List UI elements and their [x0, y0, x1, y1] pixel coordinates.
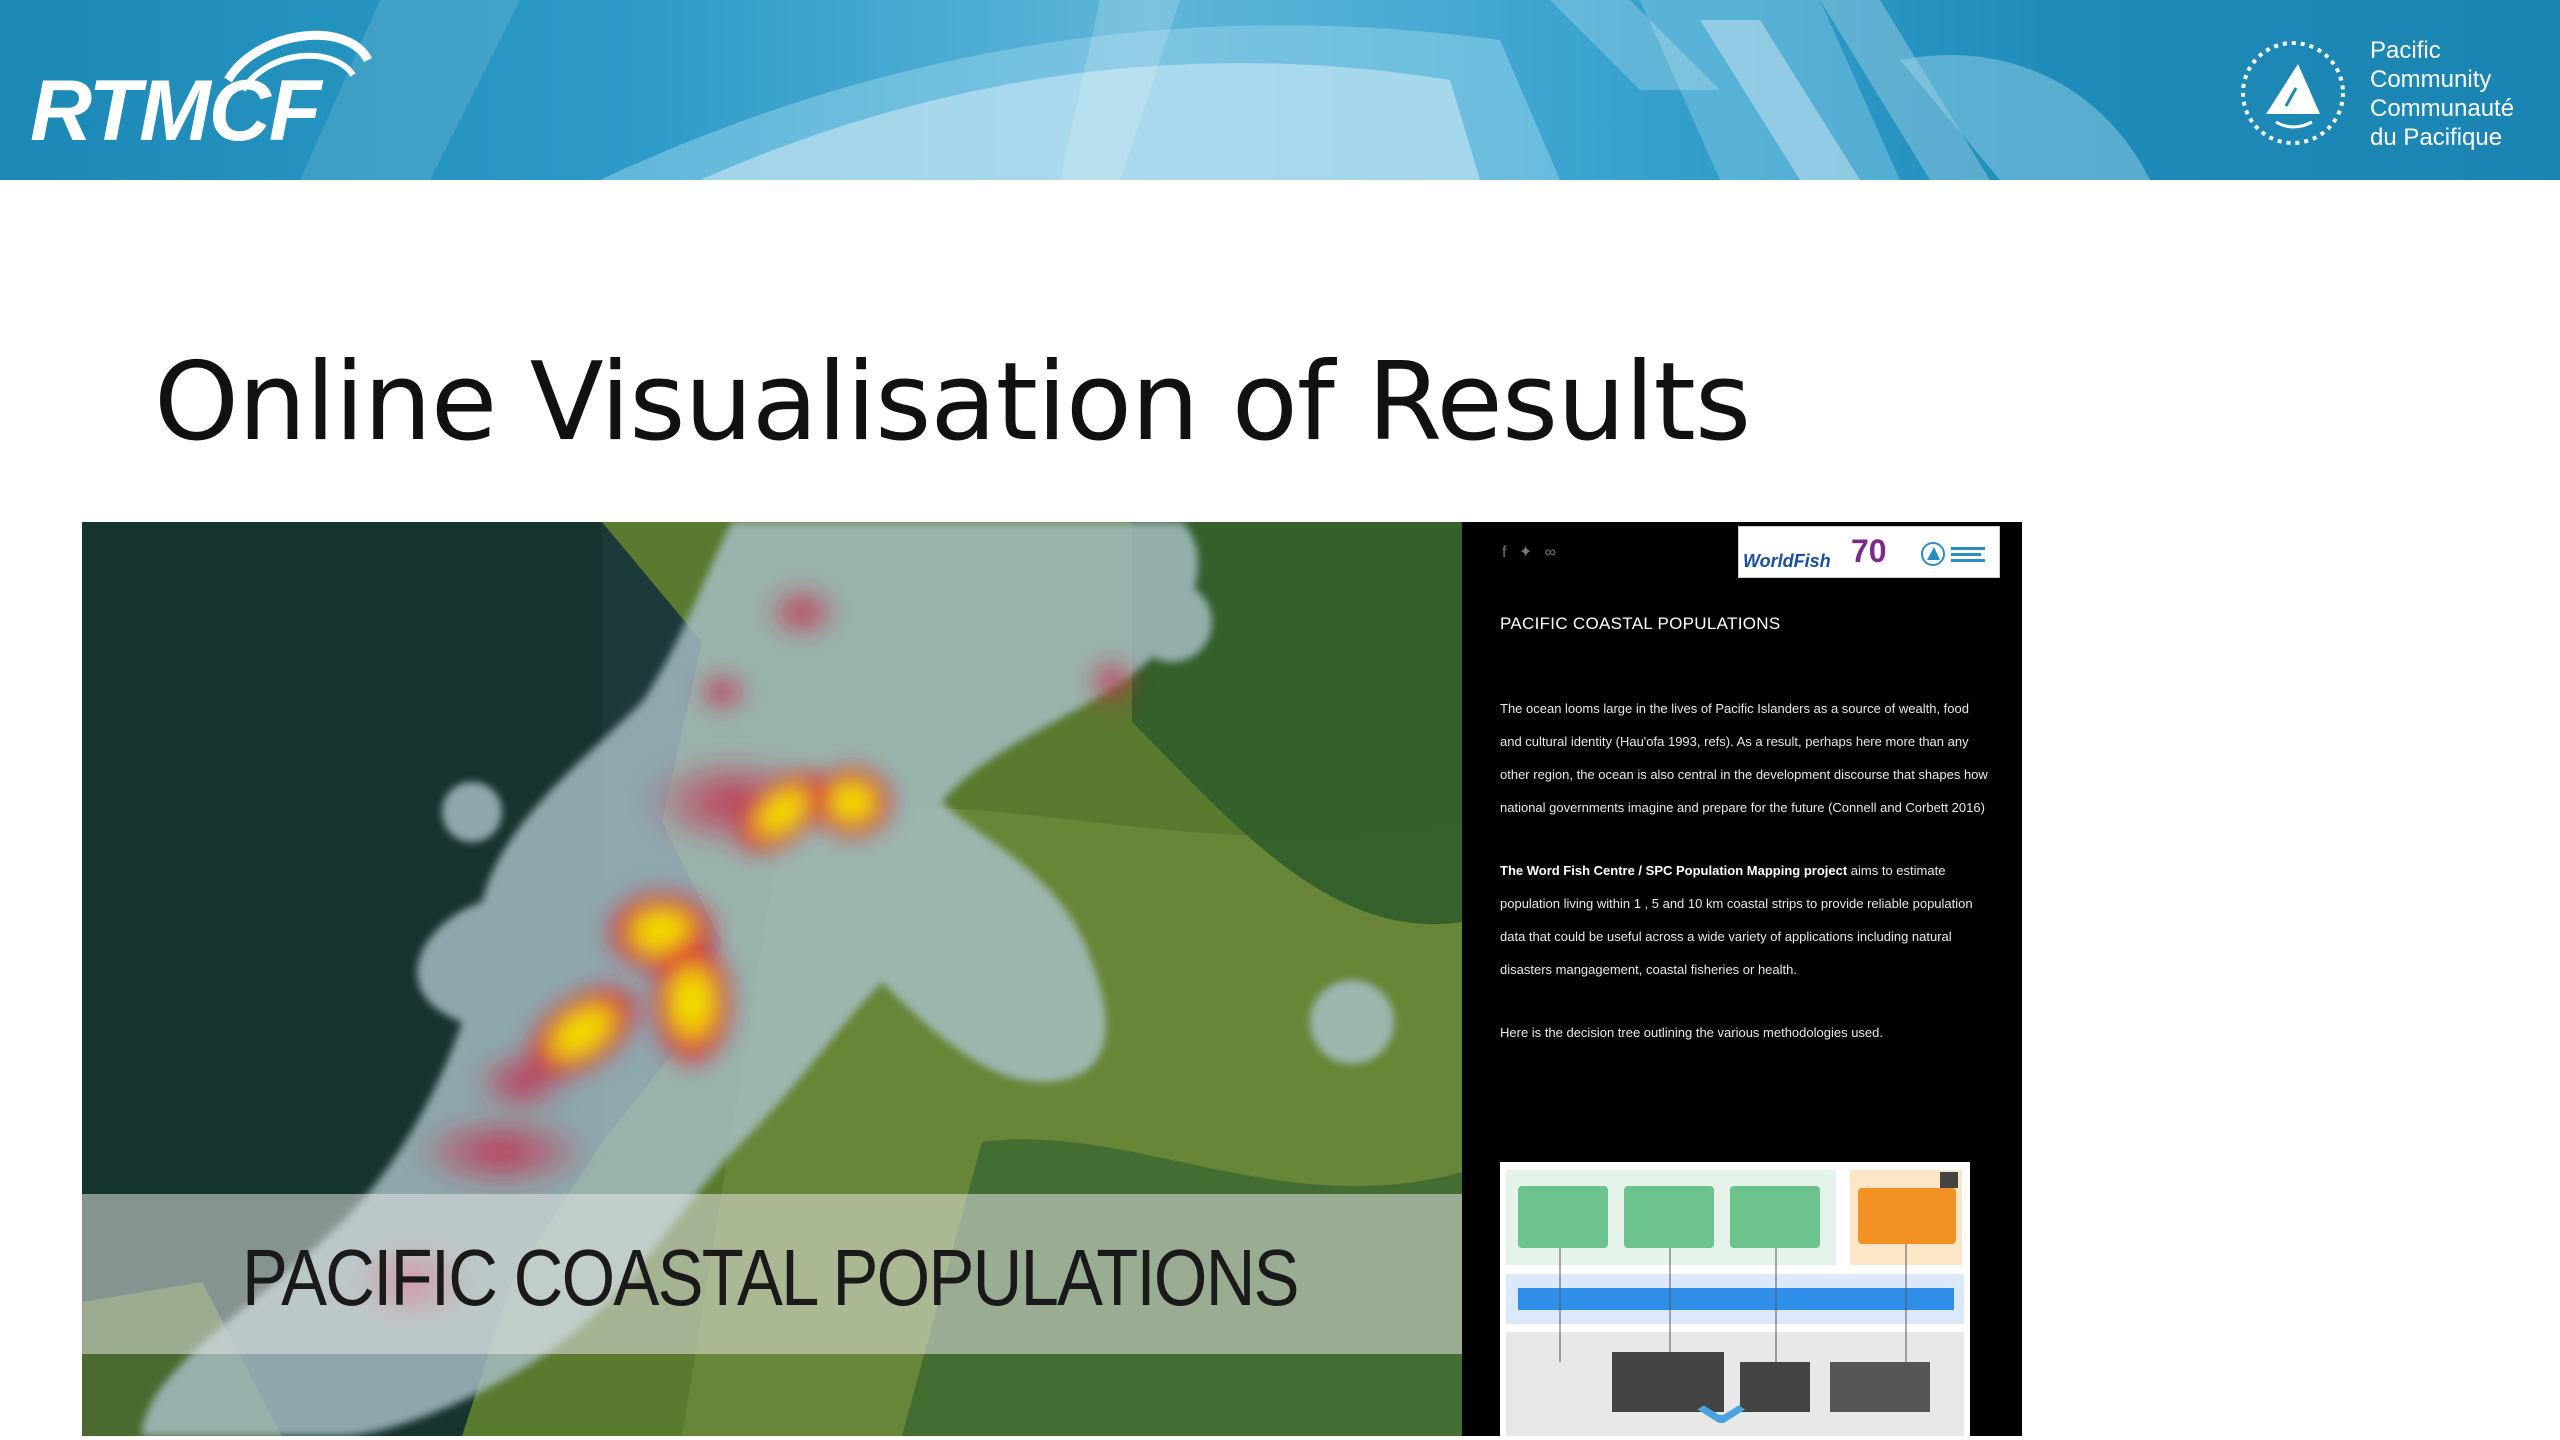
paragraph-1: The ocean looms large in the lives of Pa…	[1500, 701, 1988, 815]
slide-title: Online Visualisation of Results	[154, 340, 1751, 465]
chevron-down-icon[interactable]: ⌄	[1674, 1358, 1768, 1436]
wordmark-line-1: Pacific	[2370, 37, 2441, 64]
worldfish-logo: WorldFish	[1743, 551, 1831, 571]
paragraph-2: The Word Fish Centre / SPC Population Ma…	[1500, 854, 1990, 986]
story-side-panel: f ✦ ∞ WorldFish 70 PACIFIC COASTAL POPUL…	[1462, 522, 2022, 1436]
wordmark-line-3: Communauté	[2370, 95, 2515, 122]
link-icon[interactable]: ∞	[1545, 544, 1556, 561]
panel-title: PACIFIC COASTAL POPULATIONS	[1500, 614, 1781, 633]
embedded-web-screenshot: PACIFIC COASTAL POPULATIONS f ✦ ∞ WorldF…	[82, 522, 2022, 1436]
decision-tree-thumbnail[interactable]: ⌄	[1500, 1162, 1970, 1436]
rtmcf-logo: RTMCF	[30, 63, 321, 159]
share-icons: f ✦ ∞	[1502, 542, 1564, 562]
partner-logos: WorldFish 70	[1738, 526, 2000, 578]
spc-small-logo-icon	[1921, 542, 1985, 566]
pacific-community-wordmark: Pacific Community Communauté du Pacifiqu…	[2370, 36, 2514, 152]
twitter-icon[interactable]: ✦	[1519, 544, 1532, 561]
map-caption: PACIFIC COASTAL POPULATIONS	[242, 1233, 1300, 1322]
pacific-community-logo	[2241, 41, 2345, 145]
wordmark-line-4: du Pacifique	[2370, 124, 2503, 151]
wordmark-line-2: Community	[2370, 66, 2492, 93]
paragraph-3: Here is the decision tree outlining the …	[1500, 1025, 1884, 1040]
banner-pattern	[300, 0, 2150, 180]
panel-body: The ocean looms large in the lives of Pa…	[1500, 692, 1990, 1079]
project-name: The Word Fish Centre / SPC Population Ma…	[1500, 863, 1848, 878]
paragraph-2-rest: aims to estimate population living withi…	[1500, 863, 1973, 977]
anniversary-logo: 70	[1851, 533, 1887, 569]
facebook-icon[interactable]: f	[1502, 544, 1506, 561]
header-banner: RTMCF Pacific Community Communauté du Pa…	[0, 0, 2560, 180]
satellite-heatmap: PACIFIC COASTAL POPULATIONS	[82, 522, 1462, 1436]
